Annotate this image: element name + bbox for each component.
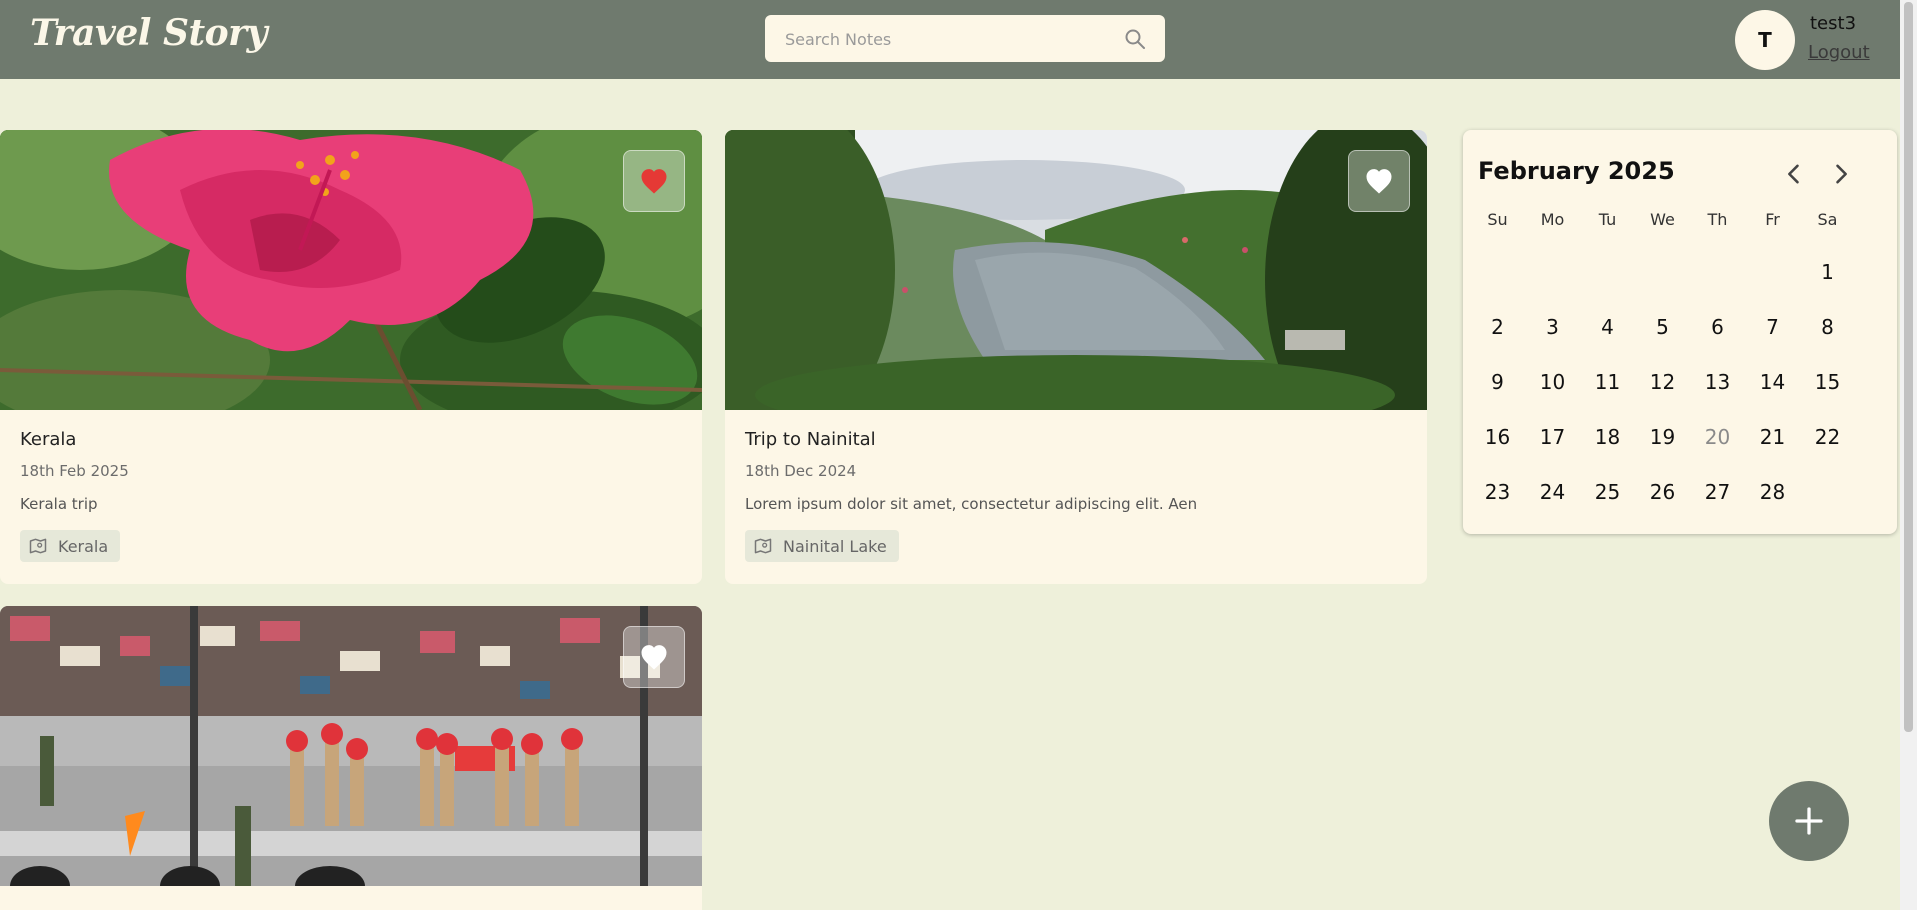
calendar-day[interactable]: 3 [1525, 300, 1580, 355]
card-title: Kerala [20, 429, 77, 450]
map-icon [754, 538, 772, 554]
calendar-day[interactable]: 13 [1690, 355, 1745, 410]
calendar-month: February [1478, 157, 1600, 185]
search-bar [765, 15, 1165, 64]
calendar-day[interactable]: 25 [1580, 465, 1635, 520]
calendar-day[interactable]: 15 [1800, 355, 1855, 410]
location-tag: Kerala [20, 530, 121, 562]
search-icon[interactable] [1123, 27, 1147, 51]
story-card[interactable]: Kerala 18th Feb 2025 Kerala trip Kerala [0, 130, 702, 584]
calendar-day[interactable]: 2 [1470, 300, 1525, 355]
calendar-month-year: February 2025 [1478, 157, 1675, 185]
card-image-nainital[interactable] [725, 130, 1427, 410]
story-card[interactable] [0, 606, 702, 910]
logout-link[interactable]: Logout [1808, 42, 1870, 63]
search-input[interactable] [783, 15, 1107, 64]
calendar-weekday: Th [1707, 210, 1728, 229]
favorite-button[interactable] [1348, 150, 1410, 212]
calendar-day[interactable]: 23 [1470, 465, 1525, 520]
card-date: 18th Dec 2024 [745, 462, 857, 480]
calendar-day[interactable]: 1 [1800, 245, 1855, 300]
map-icon [29, 538, 47, 554]
plus-icon [1795, 807, 1823, 835]
calendar-weekday: Mo [1540, 210, 1565, 229]
card-description: Lorem ipsum dolor sit amet, consectetur … [745, 495, 1198, 513]
calendar-day[interactable]: 10 [1525, 355, 1580, 410]
calendar-day[interactable]: 16 [1470, 410, 1525, 465]
heart-icon [641, 645, 667, 670]
brand-logo[interactable]: Travel Story [30, 12, 268, 54]
card-image-hibiscus[interactable] [0, 130, 702, 410]
calendar-day[interactable]: 20 [1690, 410, 1745, 465]
calendar-day[interactable]: 11 [1580, 355, 1635, 410]
calendar-day[interactable]: 22 [1800, 410, 1855, 465]
calendar-day[interactable]: 28 [1745, 465, 1800, 520]
calendar-weekday: Fr [1765, 210, 1780, 229]
location-tag: Nainital Lake [745, 530, 899, 562]
favorite-button[interactable] [623, 626, 685, 688]
calendar-day[interactable]: 12 [1635, 355, 1690, 410]
calendar-day[interactable]: 9 [1470, 355, 1525, 410]
chevron-right-icon[interactable] [1827, 160, 1855, 188]
calendar-day[interactable]: 5 [1635, 300, 1690, 355]
chevron-left-icon[interactable] [1780, 160, 1808, 188]
avatar[interactable]: T [1735, 10, 1795, 70]
scrollbar-thumb[interactable] [1904, 2, 1913, 732]
calendar-day[interactable]: 6 [1690, 300, 1745, 355]
scrollbar[interactable] [1900, 0, 1917, 910]
location-tag-label: Nainital Lake [783, 536, 887, 556]
calendar-weekday: We [1650, 210, 1675, 229]
card-description: Kerala trip [20, 495, 98, 513]
add-story-button[interactable] [1769, 781, 1849, 861]
calendar-weekday: Su [1487, 210, 1508, 229]
story-card[interactable]: Trip to Nainital 18th Dec 2024 Lorem ips… [725, 130, 1427, 584]
heart-icon [1366, 169, 1392, 194]
calendar-day[interactable]: 21 [1745, 410, 1800, 465]
card-date: 18th Feb 2025 [20, 462, 129, 480]
calendar-day[interactable]: 18 [1580, 410, 1635, 465]
username: test3 [1810, 13, 1857, 34]
calendar-day[interactable]: 19 [1635, 410, 1690, 465]
favorite-button[interactable] [623, 150, 685, 212]
card-image-parade[interactable] [0, 606, 702, 886]
card-title: Trip to Nainital [745, 429, 876, 450]
calendar: February 2025 Su Mo Tu We Th Fr Sa 1 2 3 4 5 6 7 8 9 10 1… [1463, 130, 1897, 534]
location-tag-label: Kerala [58, 536, 109, 556]
calendar-day[interactable]: 26 [1635, 465, 1690, 520]
navbar: Travel Story T test3 Logout [0, 0, 1900, 79]
calendar-day[interactable]: 27 [1690, 465, 1745, 520]
calendar-weekday: Tu [1598, 210, 1617, 229]
calendar-day[interactable]: 17 [1525, 410, 1580, 465]
heart-icon [641, 169, 667, 194]
calendar-day[interactable]: 14 [1745, 355, 1800, 410]
calendar-day[interactable]: 4 [1580, 300, 1635, 355]
calendar-weekday: Sa [1817, 210, 1838, 229]
calendar-year: 2025 [1607, 157, 1675, 185]
calendar-day[interactable]: 7 [1745, 300, 1800, 355]
calendar-day[interactable]: 24 [1525, 465, 1580, 520]
calendar-day[interactable]: 8 [1800, 300, 1855, 355]
